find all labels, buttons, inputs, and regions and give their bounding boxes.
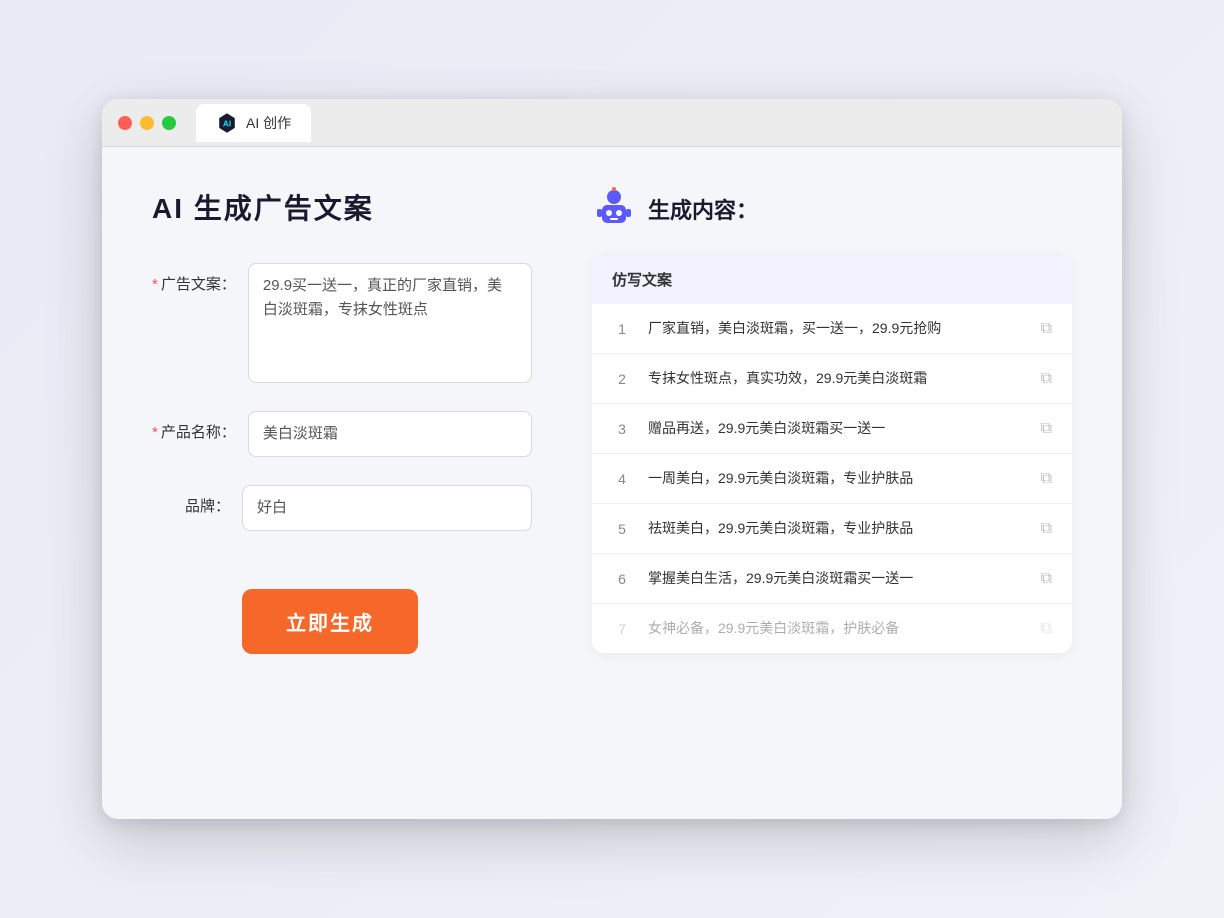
maximize-button[interactable] xyxy=(162,116,176,130)
result-item-text: 赠品再送，29.9元美白淡斑霜买一送一 xyxy=(648,418,1025,439)
page-title: AI 生成广告文案 xyxy=(152,187,532,227)
result-item-text: 女神必备，29.9元美白淡斑霜，护肤必备 xyxy=(648,618,1025,639)
svg-text:AI: AI xyxy=(223,119,231,128)
right-panel: 生成内容： 仿写文案 1 厂家直销，美白淡斑霜，买一送一，29.9元抢购 ⧉ 2 专抹女… xyxy=(592,187,1072,767)
result-item-text: 厂家直销，美白淡斑霜，买一送一，29.9元抢购 xyxy=(648,318,1025,339)
result-item-text: 掌握美白生活，29.9元美白淡斑霜买一送一 xyxy=(648,568,1025,589)
result-item-num: 7 xyxy=(612,621,632,637)
minimize-button[interactable] xyxy=(140,116,154,130)
copy-icon[interactable]: ⧉ xyxy=(1041,320,1052,338)
result-item-num: 3 xyxy=(612,421,632,437)
result-item-text: 专抹女性斑点，真实功效，29.9元美白淡斑霜 xyxy=(648,368,1025,389)
result-title: 生成内容： xyxy=(648,193,758,225)
copy-icon[interactable]: ⧉ xyxy=(1041,370,1052,388)
brand-label: 品牌： xyxy=(152,485,242,516)
titlebar: AI AI 创作 xyxy=(102,99,1122,147)
copy-icon[interactable]: ⧉ xyxy=(1041,620,1052,638)
result-item: 4 一周美白，29.9元美白淡斑霜，专业护肤品 ⧉ xyxy=(592,454,1072,504)
ad-copy-input[interactable] xyxy=(248,263,532,383)
result-item: 3 赠品再送，29.9元美白淡斑霜买一送一 ⧉ xyxy=(592,404,1072,454)
result-items-container: 1 厂家直销，美白淡斑霜，买一送一，29.9元抢购 ⧉ 2 专抹女性斑点，真实功效，29… xyxy=(592,304,1072,653)
result-table-header: 仿写文案 xyxy=(592,255,1072,304)
required-mark-ad: * xyxy=(152,276,158,293)
result-item: 5 祛斑美白，29.9元美白淡斑霜，专业护肤品 ⧉ xyxy=(592,504,1072,554)
result-item: 7 女神必备，29.9元美白淡斑霜，护肤必备 ⧉ xyxy=(592,604,1072,653)
result-item: 6 掌握美白生活，29.9元美白淡斑霜买一送一 ⧉ xyxy=(592,554,1072,604)
brand-input[interactable] xyxy=(242,485,532,531)
ad-copy-label: *广告文案： xyxy=(152,263,248,294)
product-input[interactable] xyxy=(248,411,532,457)
copy-icon[interactable]: ⧉ xyxy=(1041,570,1052,588)
form-row-product: *产品名称： xyxy=(152,411,532,457)
result-header: 生成内容： xyxy=(592,187,1072,231)
left-panel: AI 生成广告文案 *广告文案： *产品名称： 品牌： 立 xyxy=(152,187,532,767)
browser-window: AI AI 创作 AI 生成广告文案 *广告文案： *产品名称： xyxy=(102,99,1122,819)
result-item: 2 专抹女性斑点，真实功效，29.9元美白淡斑霜 ⧉ xyxy=(592,354,1072,404)
copy-icon[interactable]: ⧉ xyxy=(1041,470,1052,488)
product-label: *产品名称： xyxy=(152,411,248,442)
traffic-lights xyxy=(118,116,176,130)
robot-icon xyxy=(592,187,636,231)
generate-button[interactable]: 立即生成 xyxy=(242,589,418,654)
result-item-num: 5 xyxy=(612,521,632,537)
result-item-num: 2 xyxy=(612,371,632,387)
copy-icon[interactable]: ⧉ xyxy=(1041,520,1052,538)
result-item-num: 6 xyxy=(612,571,632,587)
result-table: 仿写文案 1 厂家直销，美白淡斑霜，买一送一，29.9元抢购 ⧉ 2 专抹女性斑点，真实… xyxy=(592,255,1072,653)
result-item-text: 祛斑美白，29.9元美白淡斑霜，专业护肤品 xyxy=(648,518,1025,539)
result-item: 1 厂家直销，美白淡斑霜，买一送一，29.9元抢购 ⧉ xyxy=(592,304,1072,354)
result-item-num: 1 xyxy=(612,321,632,337)
result-item-num: 4 xyxy=(612,471,632,487)
form-row-brand: 品牌： xyxy=(152,485,532,531)
tab-label: AI 创作 xyxy=(246,113,291,133)
close-button[interactable] xyxy=(118,116,132,130)
form-row-ad-copy: *广告文案： xyxy=(152,263,532,383)
result-item-text: 一周美白，29.9元美白淡斑霜，专业护肤品 xyxy=(648,468,1025,489)
tab-ai-creation[interactable]: AI AI 创作 xyxy=(196,104,311,142)
required-mark-product: * xyxy=(152,424,158,441)
copy-icon[interactable]: ⧉ xyxy=(1041,420,1052,438)
browser-content: AI 生成广告文案 *广告文案： *产品名称： 品牌： 立 xyxy=(102,147,1122,807)
ai-icon: AI xyxy=(216,112,238,134)
